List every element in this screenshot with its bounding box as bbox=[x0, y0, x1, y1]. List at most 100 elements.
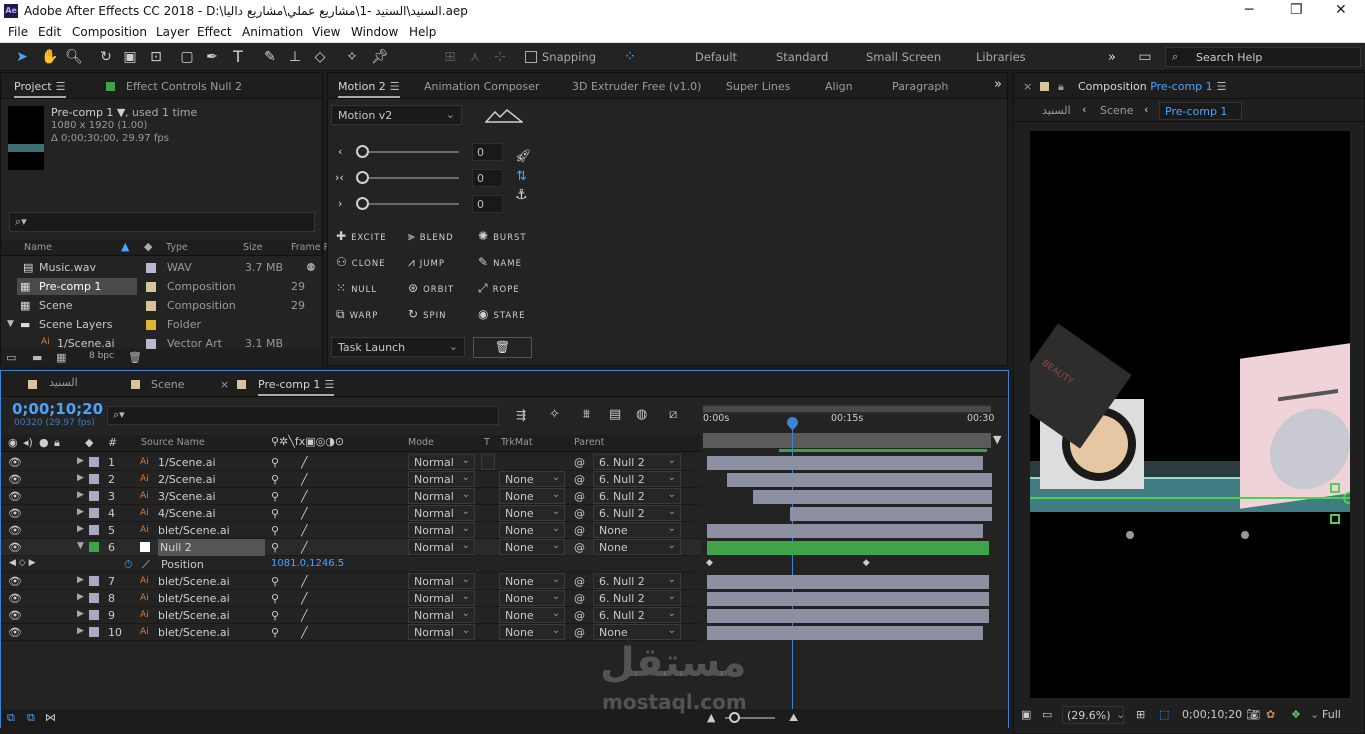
parent-select[interactable]: 6. Null 2 ⌄ bbox=[593, 454, 681, 470]
draft-3d-icon[interactable]: ✧ bbox=[549, 407, 560, 422]
layer-row[interactable]: 👁︎ ▶ 1 Ai 1/Scene.ai ⚲ ╱ Normal ⌄ @6. Null 2 ⌄ bbox=[1, 454, 701, 471]
blend-button[interactable]: ⫸ BLEND bbox=[408, 229, 454, 244]
minimize-icon[interactable]: ─ bbox=[1245, 2, 1253, 18]
graph-editor-icon[interactable]: ⧄ bbox=[669, 407, 677, 422]
trkmat-select[interactable]: None ⌄ bbox=[499, 505, 565, 521]
quality-switch-icon[interactable]: ╱ bbox=[301, 592, 308, 605]
quality-switch-icon[interactable]: ╱ bbox=[301, 541, 308, 554]
shy-switch-icon[interactable]: ⚲ bbox=[271, 456, 279, 469]
pickwhip-icon[interactable]: @ bbox=[574, 456, 585, 469]
breadcrumb-item[interactable]: Scene bbox=[1100, 104, 1134, 117]
layer-label-color[interactable] bbox=[89, 593, 99, 603]
layer-duration-bar[interactable] bbox=[707, 609, 990, 623]
visibility-eye-icon[interactable]: 👁︎ bbox=[8, 592, 22, 605]
transform-handle[interactable] bbox=[1330, 514, 1340, 524]
layer-label-color[interactable] bbox=[89, 610, 99, 620]
timeline-zoom-handle[interactable] bbox=[729, 712, 740, 723]
layer-label-color[interactable] bbox=[89, 576, 99, 586]
layer-duration-bar[interactable] bbox=[707, 626, 984, 640]
comp-flowchart-icon[interactable]: ⇶ bbox=[516, 408, 526, 422]
quality-switch-icon[interactable]: ╱ bbox=[301, 575, 308, 588]
shy-switch-icon[interactable]: ⚲ bbox=[271, 524, 279, 537]
new-composition-icon[interactable]: ▦ bbox=[56, 351, 66, 364]
layer-row[interactable]: 👁︎ ▶ 7 Ai blet/Scene.ai ⚲ ╱ Normal ⌄ None ⌄ @6. Nul… bbox=[1, 573, 701, 590]
blend-mode-select[interactable]: Normal ⌄ bbox=[408, 454, 475, 470]
project-item[interactable]: ▦ Scene Composition 29 bbox=[1, 297, 322, 314]
task-launch-select[interactable]: Task Launch ⌄ bbox=[331, 337, 465, 357]
layer-row[interactable]: 👁︎ ▶ 2 Ai 2/Scene.ai ⚲ ╱ Normal ⌄ None ⌄ @6. Null 2… bbox=[1, 471, 701, 488]
shy-layers-icon[interactable]: ⩩ bbox=[583, 407, 590, 422]
anchor-icon[interactable]: ⚓︎ bbox=[515, 187, 528, 203]
tab-precomp-1[interactable]: Pre-comp 1 ☰ bbox=[258, 378, 335, 396]
expand-arrow-icon[interactable]: ▶ bbox=[77, 626, 84, 636]
orbit-button[interactable]: ⊛ ORBIT bbox=[408, 281, 454, 295]
rocket-icon[interactable]: 🚀︎ bbox=[515, 149, 532, 164]
layer-duration-bar[interactable] bbox=[707, 456, 984, 470]
excite-button[interactable]: ✚ EXCITE bbox=[336, 229, 387, 243]
breadcrumb-item[interactable]: السنيد bbox=[1042, 104, 1071, 117]
rope-button[interactable]: ⤢ ROPE bbox=[478, 281, 520, 296]
ease-both-slider-handle[interactable] bbox=[356, 171, 369, 184]
layer-label-color[interactable] bbox=[89, 508, 99, 518]
pickwhip-icon[interactable]: @ bbox=[574, 473, 585, 486]
layer-duration-bar[interactable] bbox=[752, 490, 992, 504]
trkmat-select[interactable]: None ⌄ bbox=[499, 539, 565, 555]
motion-blur-icon[interactable]: ◍ bbox=[636, 407, 647, 422]
visibility-eye-icon[interactable]: 👁︎ bbox=[8, 575, 22, 588]
visibility-eye-icon[interactable]: 👁︎ bbox=[8, 456, 22, 469]
shy-switch-icon[interactable]: ⚲ bbox=[271, 490, 279, 503]
close-icon[interactable]: ✕ bbox=[1335, 2, 1347, 18]
monitor-icon[interactable]: ▭ bbox=[1042, 708, 1052, 721]
layer-source-name[interactable]: 1/Scene.ai bbox=[158, 456, 216, 469]
blend-mode-select[interactable]: Normal ⌄ bbox=[408, 471, 475, 487]
lock-icon[interactable]: 🔒︎ bbox=[1058, 80, 1064, 94]
layer-label-color[interactable] bbox=[89, 525, 99, 535]
current-timecode[interactable]: 0;00;10;20 bbox=[12, 400, 103, 418]
more-tabs-icon[interactable]: » bbox=[994, 77, 1002, 92]
trkmat-select[interactable]: None ⌄ bbox=[499, 522, 565, 538]
shy-switch-icon[interactable]: ⚲ bbox=[271, 473, 279, 486]
project-item[interactable]: ▼ ▬ Scene Layers Folder bbox=[1, 316, 322, 333]
camera-tool-icon[interactable]: ▣ bbox=[120, 47, 140, 67]
layer-source-name[interactable]: 4/Scene.ai bbox=[158, 507, 216, 520]
trkmat-select[interactable]: None ⌄ bbox=[499, 607, 565, 623]
parent-select[interactable]: 6. Null 2 ⌄ bbox=[593, 590, 681, 606]
playhead-handle[interactable] bbox=[784, 414, 801, 431]
delete-icon[interactable]: 🗑︎ bbox=[128, 351, 142, 364]
expand-arrow-icon[interactable]: ▶ bbox=[77, 575, 84, 585]
layer-duration-bar[interactable] bbox=[726, 473, 992, 487]
layer-label-color[interactable] bbox=[89, 474, 99, 484]
layer-source-name[interactable]: 3/Scene.ai bbox=[158, 490, 216, 503]
menu-layer[interactable]: Layer bbox=[156, 25, 189, 39]
anchor-point-handle[interactable] bbox=[1343, 492, 1350, 504]
clone-stamp-tool-icon[interactable]: ⊥ bbox=[285, 47, 305, 67]
parent-select[interactable]: None ⌄ bbox=[593, 522, 681, 538]
blend-mode-select[interactable]: Normal ⌄ bbox=[408, 539, 475, 555]
trkmat-select[interactable]: None ⌄ bbox=[499, 590, 565, 606]
expand-arrow-icon[interactable]: ▶ bbox=[77, 473, 84, 483]
interpret-footage-icon[interactable]: ▭ bbox=[6, 351, 16, 364]
quality-switch-icon[interactable]: ╱ bbox=[301, 490, 308, 503]
expand-transfer-controls-icon[interactable]: ⧉ bbox=[27, 711, 35, 725]
menu-file[interactable]: File bbox=[8, 25, 28, 39]
visibility-eye-icon[interactable]: 👁︎ bbox=[8, 609, 22, 622]
col-source-name[interactable]: Source Name bbox=[141, 437, 205, 448]
layer-duration-bar[interactable] bbox=[789, 507, 992, 521]
menu-view[interactable]: View bbox=[312, 25, 340, 39]
workspace-default[interactable]: Default bbox=[695, 50, 737, 64]
tab-sanid[interactable]: السنيد bbox=[49, 376, 78, 389]
pan-behind-tool-icon[interactable]: ⊡ bbox=[146, 47, 166, 67]
col-name[interactable]: Name bbox=[24, 242, 52, 253]
swap-icon[interactable]: ⇅ bbox=[516, 169, 527, 184]
ease-both-value[interactable]: 0 bbox=[472, 169, 503, 187]
ease-in-slider-track[interactable] bbox=[363, 151, 459, 153]
layer-source-name[interactable]: blet/Scene.ai bbox=[158, 524, 230, 537]
expand-arrow-icon[interactable]: ▼ bbox=[7, 319, 14, 329]
blend-mode-select[interactable]: Normal ⌄ bbox=[408, 505, 475, 521]
col-parent[interactable]: Parent bbox=[574, 437, 604, 448]
work-area-range[interactable] bbox=[703, 433, 991, 448]
quality-switch-icon[interactable]: ╱ bbox=[301, 507, 308, 520]
quality-switch-icon[interactable]: ╱ bbox=[301, 609, 308, 622]
stopwatch-icon[interactable]: ⏱︎ bbox=[124, 558, 133, 572]
workspace-libraries[interactable]: Libraries bbox=[976, 50, 1026, 64]
